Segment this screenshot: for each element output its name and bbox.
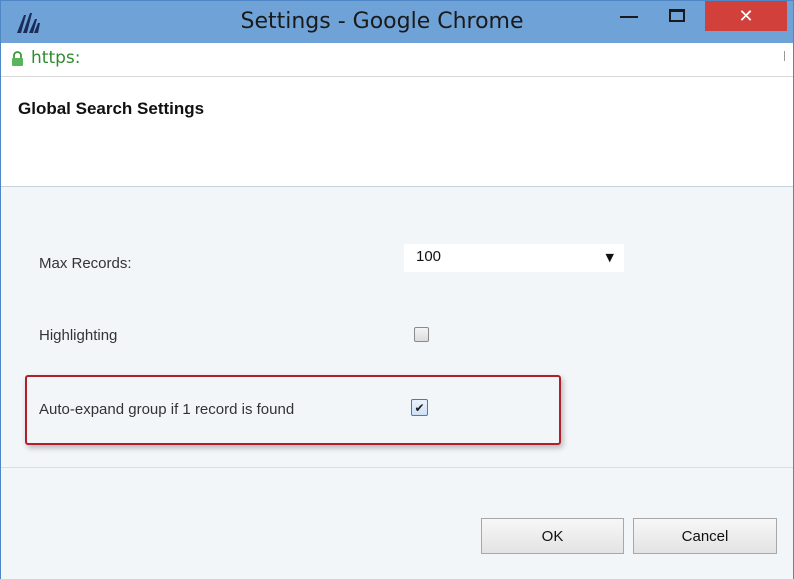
dialog-content: Global Search Settings Max Records: 100 … (1, 77, 793, 579)
triangle-down-icon: ▼ (605, 251, 614, 264)
highlighting-label: Highlighting (39, 327, 118, 344)
dialog-header: Global Search Settings (1, 77, 793, 187)
title-bar[interactable]: Settings - Google Chrome ✕ (1, 1, 793, 43)
url-text[interactable]: https: (31, 48, 80, 68)
ok-button[interactable]: OK (481, 518, 624, 554)
maximize-button[interactable] (659, 1, 695, 29)
highlighting-checkbox[interactable] (414, 327, 429, 342)
max-records-value: 100 (416, 248, 442, 265)
maximize-icon (669, 8, 685, 22)
cancel-button[interactable]: Cancel (633, 518, 777, 554)
max-records-label: Max Records: (39, 255, 132, 272)
minimize-button[interactable] (611, 1, 647, 29)
auto-expand-checkbox[interactable]: ✔ (411, 399, 428, 416)
close-button[interactable]: ✕ (705, 1, 787, 31)
dialog-title: Global Search Settings (18, 99, 205, 118)
max-records-select[interactable]: 100 ▼ (404, 244, 624, 272)
auto-expand-label: Auto-expand group if 1 record is found (39, 401, 295, 418)
checkmark-icon: ✔ (414, 400, 425, 415)
address-bar[interactable]: https: (1, 43, 793, 77)
minimize-icon (620, 16, 638, 18)
browser-window: Settings - Google Chrome ✕ https: Global… (0, 0, 794, 579)
lock-icon (11, 51, 24, 66)
address-bar-edge (784, 51, 785, 61)
close-icon: ✕ (738, 5, 754, 27)
